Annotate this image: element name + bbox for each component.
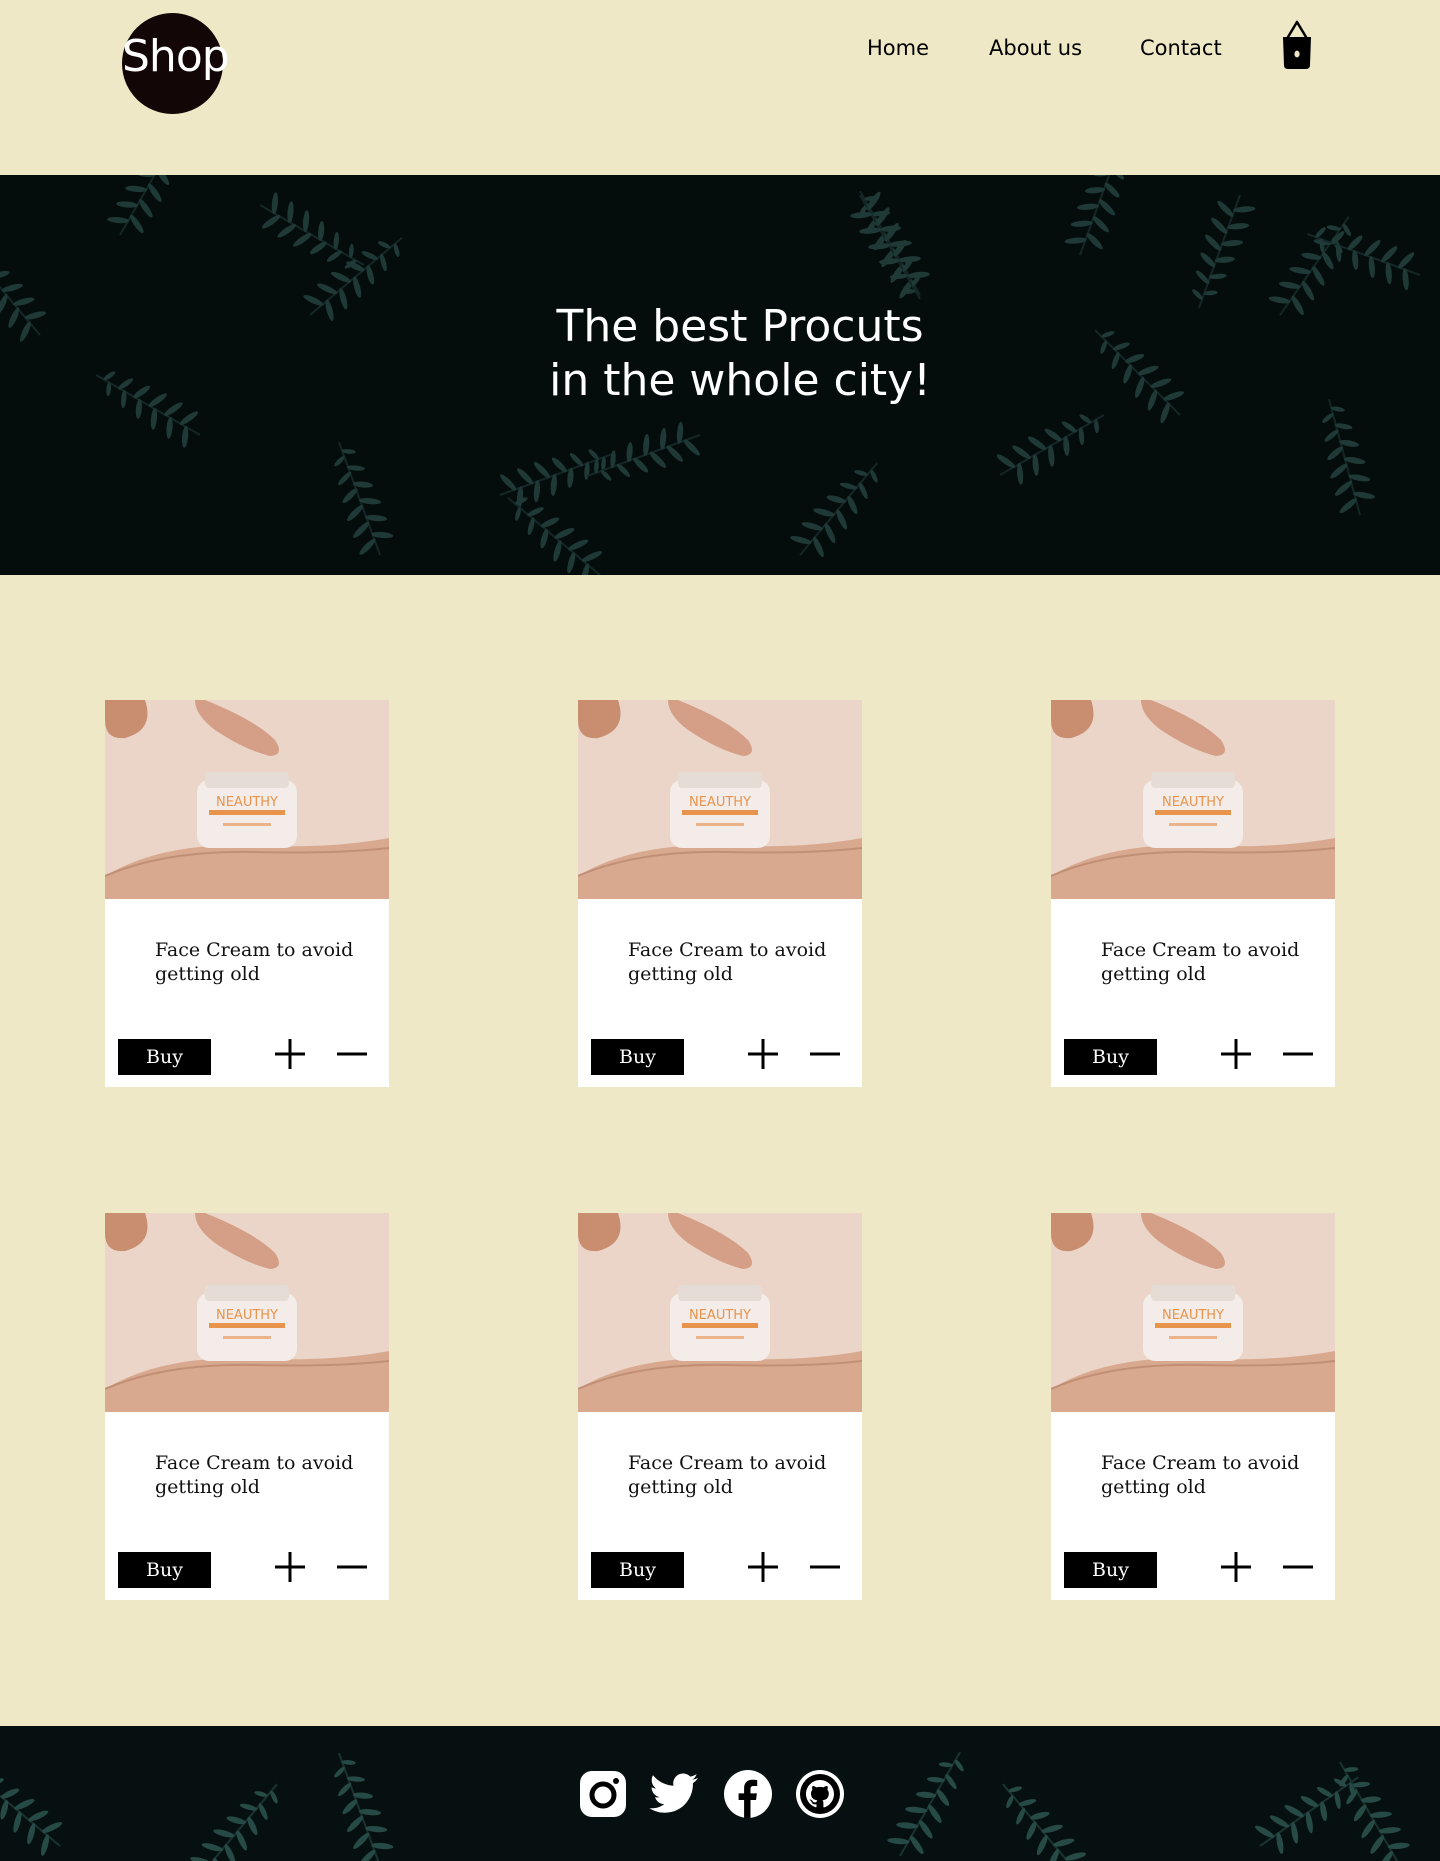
buy-button[interactable]: Buy (591, 1039, 684, 1075)
nav-contact[interactable]: Contact (1140, 36, 1222, 60)
site-footer (0, 1726, 1440, 1861)
product-image: NEAUTHY (105, 700, 389, 899)
buy-button[interactable]: Buy (1064, 1039, 1157, 1075)
product-title: Face Cream to avoid getting old (155, 1452, 354, 1498)
product-card: NEAUTHY Face Cream to avoid getting old B… (105, 700, 389, 1087)
jar-brand-label: NEAUTHY (216, 1308, 278, 1323)
hero-title: The best Procuts in the whole city! (0, 300, 1440, 408)
product-image: NEAUTHY (1051, 1213, 1335, 1412)
logo[interactable]: Shop (122, 13, 230, 114)
nav-home[interactable]: Home (867, 36, 929, 60)
product-card: NEAUTHY Face Cream to avoid getting old B… (1051, 1213, 1335, 1600)
product-image: NEAUTHY (578, 700, 862, 899)
hero-banner: The best Procuts in the whole city! (0, 175, 1440, 575)
jar-brand-label: NEAUTHY (216, 795, 278, 810)
shopping-bag-icon[interactable] (1280, 20, 1314, 70)
product-image: NEAUTHY (1051, 700, 1335, 899)
buy-button[interactable]: Buy (118, 1552, 211, 1588)
plus-icon[interactable] (274, 1551, 306, 1583)
product-image: NEAUTHY (105, 1213, 389, 1412)
footer-foliage-background (0, 1726, 1440, 1861)
buy-button[interactable]: Buy (118, 1039, 211, 1075)
instagram-icon[interactable] (577, 1768, 629, 1820)
product-title: Face Cream to avoid getting old (155, 939, 354, 985)
product-image: NEAUTHY (578, 1213, 862, 1412)
github-icon[interactable] (794, 1768, 846, 1820)
minus-icon[interactable] (336, 1038, 368, 1070)
logo-text: Shop (122, 31, 230, 82)
buy-button[interactable]: Buy (591, 1552, 684, 1588)
product-title: Face Cream to avoid getting old (1101, 1452, 1300, 1498)
hero-title-line-2: in the whole city! (549, 355, 931, 406)
minus-icon[interactable] (809, 1038, 841, 1070)
plus-icon[interactable] (274, 1038, 306, 1070)
product-card: NEAUTHY Face Cream to avoid getting old B… (105, 1213, 389, 1600)
plus-icon[interactable] (1220, 1038, 1252, 1070)
minus-icon[interactable] (1282, 1038, 1314, 1070)
product-title: Face Cream to avoid getting old (628, 939, 827, 985)
buy-button[interactable]: Buy (1064, 1552, 1157, 1588)
minus-icon[interactable] (336, 1551, 368, 1583)
product-card: NEAUTHY Face Cream to avoid getting old B… (578, 1213, 862, 1600)
minus-icon[interactable] (1282, 1551, 1314, 1583)
facebook-icon[interactable] (722, 1768, 774, 1820)
jar-brand-label: NEAUTHY (689, 1308, 751, 1323)
jar-brand-label: NEAUTHY (689, 795, 751, 810)
product-title: Face Cream to avoid getting old (628, 1452, 827, 1498)
product-card: NEAUTHY Face Cream to avoid getting old B… (578, 700, 862, 1087)
jar-brand-label: NEAUTHY (1162, 1308, 1224, 1323)
product-card: NEAUTHY Face Cream to avoid getting old B… (1051, 700, 1335, 1087)
twitter-icon[interactable] (648, 1768, 700, 1820)
plus-icon[interactable] (747, 1551, 779, 1583)
plus-icon[interactable] (747, 1038, 779, 1070)
product-title: Face Cream to avoid getting old (1101, 939, 1300, 985)
hero-title-line-1: The best Procuts (556, 301, 924, 352)
plus-icon[interactable] (1220, 1551, 1252, 1583)
site-header: Shop Home About us Contact (0, 0, 1440, 175)
jar-brand-label: NEAUTHY (1162, 795, 1224, 810)
nav-about-us[interactable]: About us (989, 36, 1082, 60)
minus-icon[interactable] (809, 1551, 841, 1583)
